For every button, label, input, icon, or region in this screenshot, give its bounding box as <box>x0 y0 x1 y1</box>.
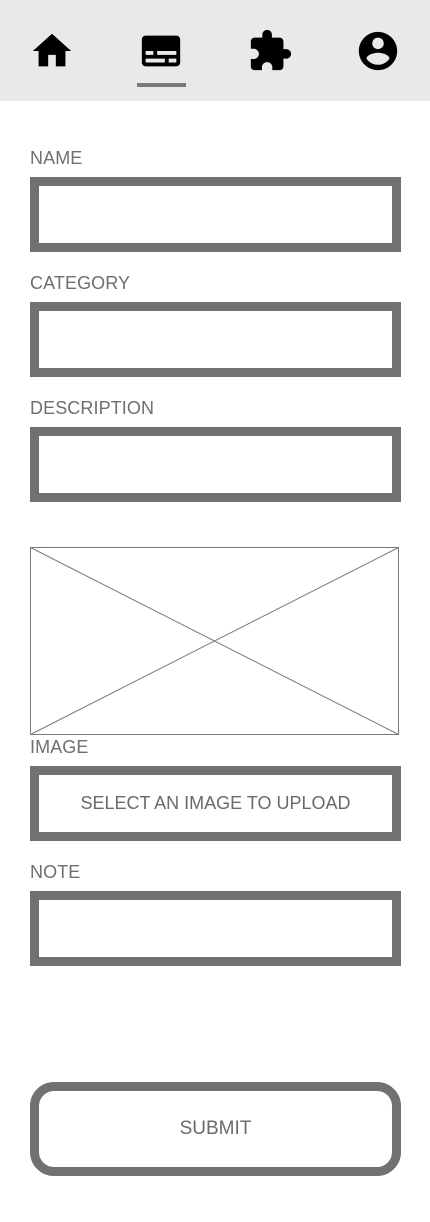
select-image-upload-button[interactable]: SELECT AN IMAGE TO UPLOAD <box>30 766 401 841</box>
puzzle-icon <box>250 29 292 71</box>
home-icon <box>32 33 72 67</box>
image-preview-placeholder <box>30 547 399 735</box>
category-label: CATEGORY <box>30 273 131 293</box>
category-field-box <box>30 302 401 377</box>
name-input[interactable] <box>39 186 392 243</box>
account-icon <box>358 31 398 71</box>
submit-button[interactable]: SUBMIT <box>30 1082 401 1176</box>
image-placeholder-icon <box>30 547 399 735</box>
image-label: IMAGE <box>30 737 89 757</box>
forms-icon <box>141 35 181 67</box>
note-label: NOTE <box>30 862 81 882</box>
nav-home-tab[interactable] <box>22 0 82 101</box>
upload-button-label: SELECT AN IMAGE TO UPLOAD <box>80 793 351 813</box>
name-field-box <box>30 177 401 252</box>
nav-plugins-tab[interactable] <box>240 0 300 101</box>
description-input[interactable] <box>39 436 392 493</box>
note-field-box <box>30 891 401 966</box>
description-label: DESCRIPTION <box>30 398 155 418</box>
category-input[interactable] <box>39 311 392 368</box>
top-navigation-bar <box>0 0 430 101</box>
nav-profile-tab[interactable] <box>348 0 408 101</box>
note-input[interactable] <box>39 900 392 957</box>
description-field-box <box>30 427 401 502</box>
active-tab-indicator <box>137 83 186 87</box>
name-label: NAME <box>30 148 83 168</box>
submit-button-label: SUBMIT <box>179 1118 252 1139</box>
